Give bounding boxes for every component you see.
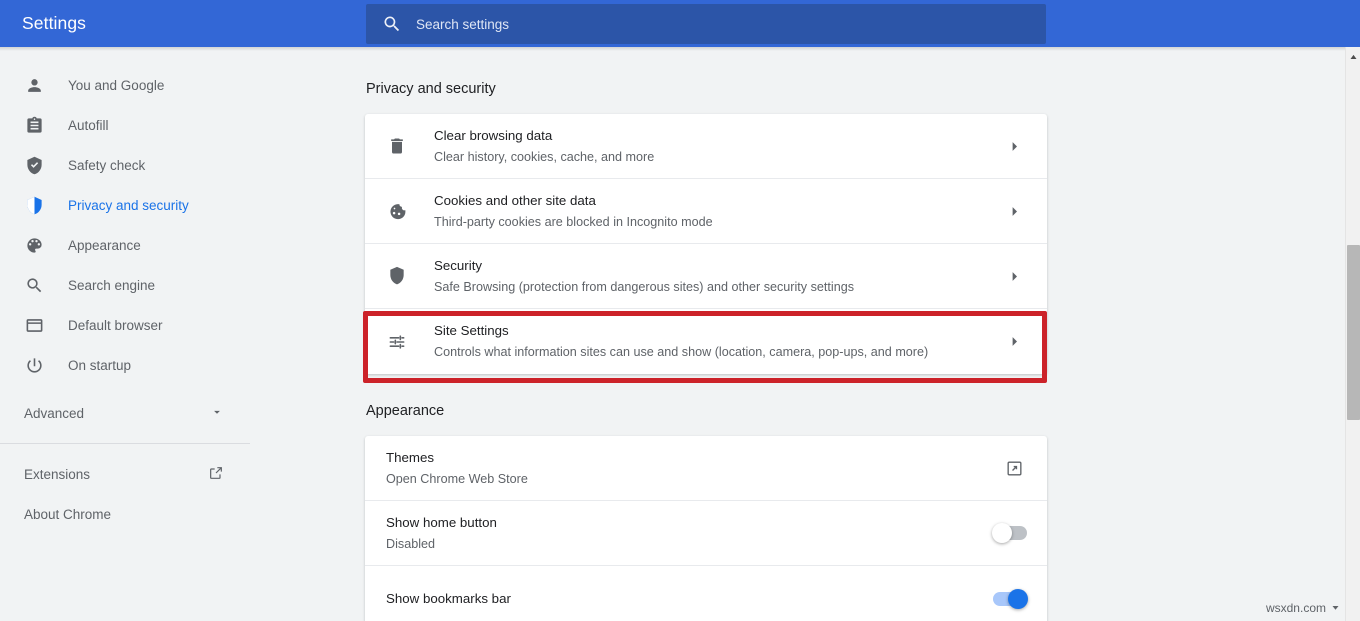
show-bookmarks-bar-toggle[interactable] — [993, 592, 1027, 606]
row-title: Security — [434, 256, 1001, 276]
search-bar[interactable] — [366, 4, 1046, 44]
row-text: Cookies and other site data Third-party … — [434, 191, 1001, 232]
row-site-settings[interactable]: Site Settings Controls what information … — [365, 309, 1047, 374]
search-icon — [24, 275, 44, 295]
search-input[interactable] — [416, 4, 976, 44]
search-icon — [382, 14, 402, 34]
row-text: Show home button Disabled — [386, 513, 993, 554]
row-security[interactable]: Security Safe Browsing (protection from … — [365, 244, 1047, 309]
row-text: Security Safe Browsing (protection from … — [434, 256, 1001, 297]
sidebar-item-label: Autofill — [68, 118, 109, 133]
sidebar-item-label: Privacy and security — [68, 198, 189, 213]
row-show-bookmarks-bar[interactable]: Show bookmarks bar — [365, 566, 1047, 621]
shield-split-icon — [24, 195, 44, 215]
toggle-knob — [1008, 589, 1028, 609]
row-title: Cookies and other site data — [434, 191, 1001, 211]
shield-check-icon — [24, 155, 44, 175]
row-title: Clear browsing data — [434, 126, 1001, 146]
person-icon — [24, 75, 44, 95]
shield-icon — [386, 265, 408, 287]
appearance-card: Themes Open Chrome Web Store Show home b… — [365, 436, 1047, 621]
row-text: Site Settings Controls what information … — [434, 321, 1001, 362]
sidebar-item-on-startup[interactable]: On startup — [0, 345, 250, 385]
sidebar-item-label: Appearance — [68, 238, 141, 253]
clipboard-icon — [24, 115, 44, 135]
cookie-icon — [386, 200, 408, 222]
watermark-text: wsxdn.com — [1266, 601, 1326, 615]
scrollbar-thumb[interactable] — [1347, 245, 1360, 420]
scrollbar-track[interactable] — [1345, 47, 1360, 621]
row-subtitle: Open Chrome Web Store — [386, 469, 1001, 489]
section-title-privacy: Privacy and security — [366, 81, 1345, 97]
power-icon — [24, 355, 44, 375]
row-subtitle: Safe Browsing (protection from dangerous… — [434, 277, 1001, 297]
main-content: Privacy and security Clear browsing data… — [250, 51, 1345, 621]
row-subtitle: Third-party cookies are blocked in Incog… — [434, 212, 1001, 232]
sidebar-item-appearance[interactable]: Appearance — [0, 225, 250, 265]
sidebar-item-search-engine[interactable]: Search engine — [0, 265, 250, 305]
external-link-icon[interactable] — [1001, 459, 1027, 478]
sidebar-divider — [0, 443, 250, 444]
row-title: Themes — [386, 448, 1001, 468]
palette-icon — [24, 235, 44, 255]
row-cookies-and-other-site-data[interactable]: Cookies and other site data Third-party … — [365, 179, 1047, 244]
trash-icon — [386, 135, 408, 157]
toggle-knob — [992, 523, 1012, 543]
chevron-down-icon — [210, 405, 224, 422]
row-subtitle: Clear history, cookies, cache, and more — [434, 147, 1001, 167]
row-subtitle: Disabled — [386, 534, 993, 554]
chevron-right-icon[interactable] — [1001, 204, 1027, 219]
triangle-up-icon[interactable] — [1349, 49, 1358, 58]
privacy-card: Clear browsing data Clear history, cooki… — [365, 114, 1047, 374]
top-bar: Settings — [0, 0, 1360, 47]
sidebar-item-about-chrome[interactable]: About Chrome — [0, 494, 250, 534]
row-title: Show home button — [386, 513, 993, 533]
sidebar-item-label: Default browser — [68, 318, 163, 333]
row-themes[interactable]: Themes Open Chrome Web Store — [365, 436, 1047, 501]
sidebar-item-label: On startup — [68, 358, 131, 373]
chevron-right-icon[interactable] — [1001, 139, 1027, 154]
chevron-right-icon[interactable] — [1001, 334, 1027, 349]
sidebar-item-default-browser[interactable]: Default browser — [0, 305, 250, 345]
section-title-appearance: Appearance — [366, 403, 1345, 419]
sidebar-item-extensions[interactable]: Extensions — [0, 454, 250, 494]
sidebar-item-label: Advanced — [24, 406, 210, 421]
sidebar-item-safety-check[interactable]: Safety check — [0, 145, 250, 185]
sidebar: You and Google Autofill Safety check Pri… — [0, 51, 250, 621]
row-subtitle: Controls what information sites can use … — [434, 342, 1001, 362]
triangle-down-icon — [1331, 601, 1340, 615]
sidebar-item-label: Safety check — [68, 158, 145, 173]
watermark: wsxdn.com — [1264, 600, 1342, 616]
page-title: Settings — [22, 13, 86, 34]
row-clear-browsing-data[interactable]: Clear browsing data Clear history, cooki… — [365, 114, 1047, 179]
browser-window-icon — [24, 315, 44, 335]
external-link-icon[interactable] — [208, 465, 224, 484]
sidebar-item-label: You and Google — [68, 78, 164, 93]
sidebar-item-label: Search engine — [68, 278, 155, 293]
chevron-right-icon[interactable] — [1001, 269, 1027, 284]
row-title: Site Settings — [434, 321, 1001, 341]
sidebar-item-label: Extensions — [24, 467, 208, 482]
row-text: Themes Open Chrome Web Store — [386, 448, 1001, 489]
tune-sliders-icon — [386, 331, 408, 353]
show-home-button-toggle[interactable] — [993, 526, 1027, 540]
sidebar-item-advanced[interactable]: Advanced — [0, 393, 250, 433]
row-text: Show bookmarks bar — [386, 589, 993, 609]
sidebar-item-you-and-google[interactable]: You and Google — [0, 65, 250, 105]
sidebar-item-autofill[interactable]: Autofill — [0, 105, 250, 145]
row-text: Clear browsing data Clear history, cooki… — [434, 126, 1001, 167]
sidebar-item-label: About Chrome — [24, 507, 224, 522]
row-title: Show bookmarks bar — [386, 589, 993, 609]
sidebar-item-privacy-and-security[interactable]: Privacy and security — [0, 185, 250, 225]
row-show-home-button[interactable]: Show home button Disabled — [365, 501, 1047, 566]
